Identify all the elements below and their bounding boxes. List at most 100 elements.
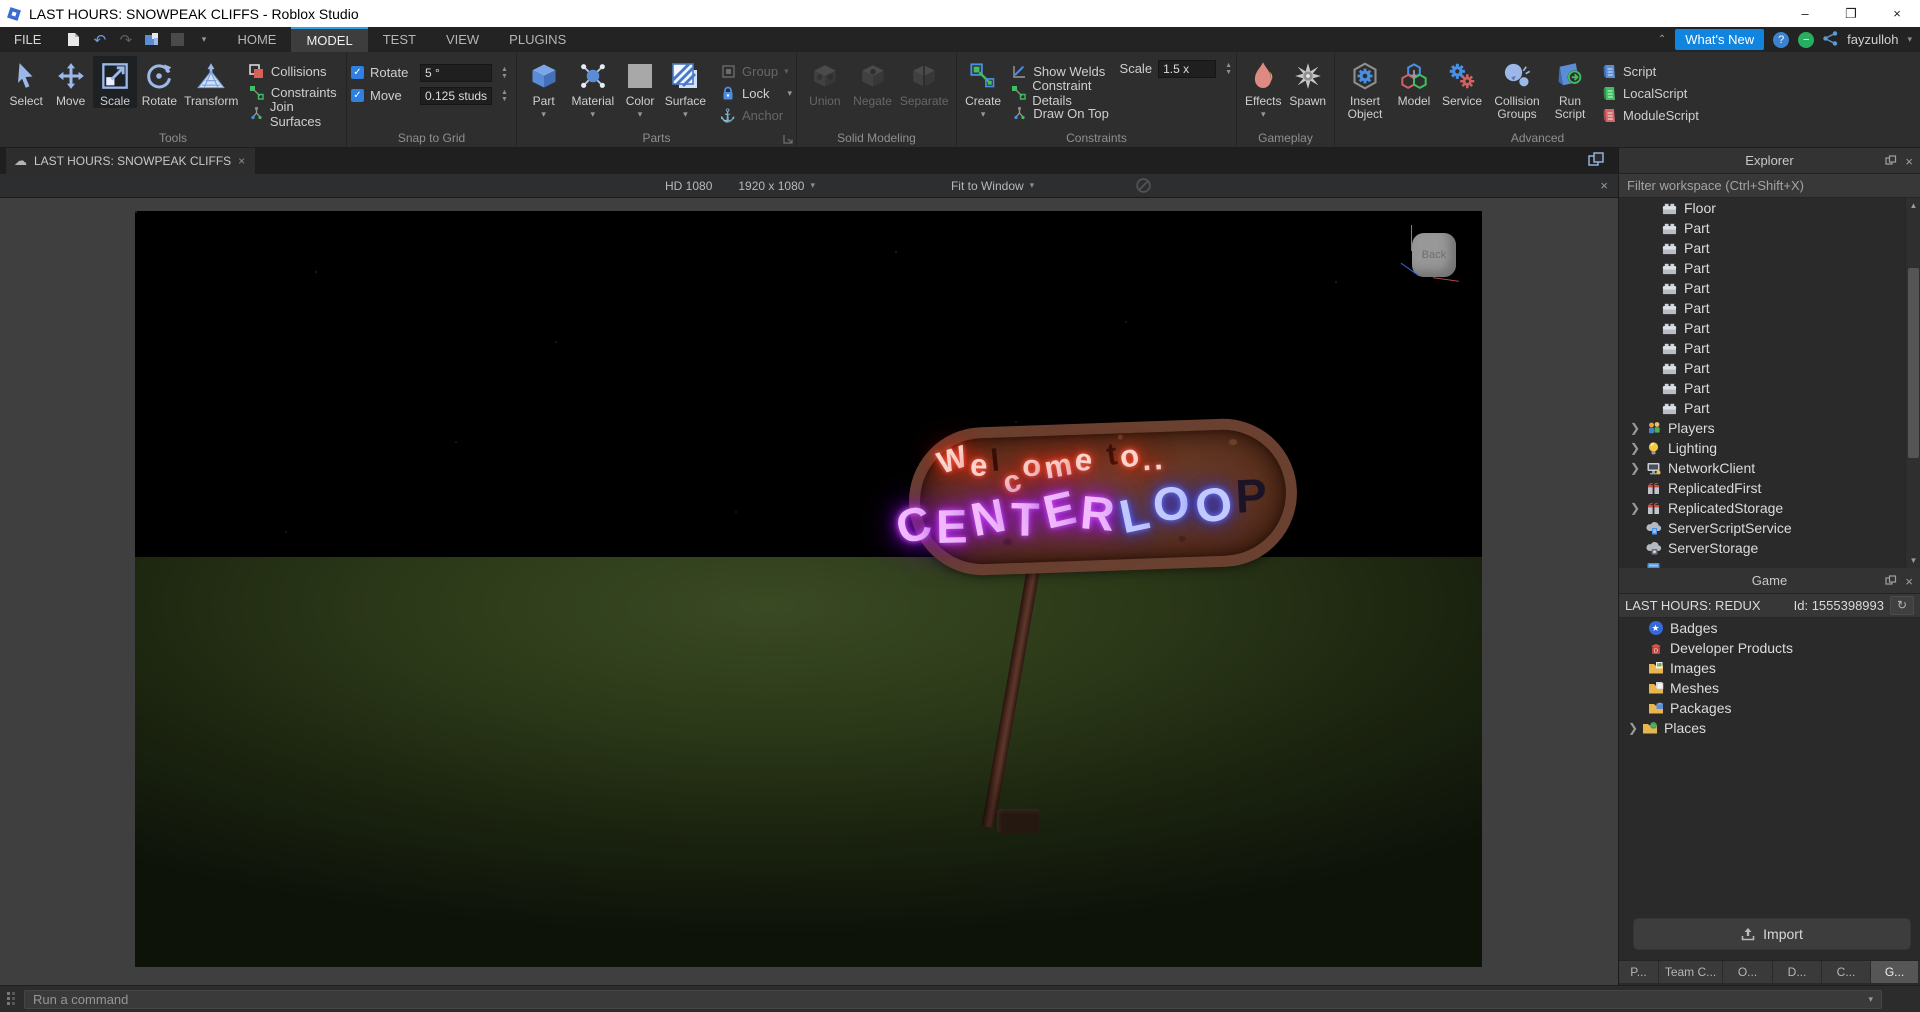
game-close-icon[interactable]: × (1905, 574, 1913, 589)
color-button[interactable]: Color ▾ (619, 56, 661, 120)
snap-rotate-input[interactable] (420, 63, 492, 82)
tab-home[interactable]: HOME (222, 27, 291, 52)
effects-button[interactable]: Effects ▾ (1241, 56, 1286, 120)
dock-tab-d[interactable]: D... (1773, 961, 1822, 983)
username-label[interactable]: fayzulloh (1847, 32, 1898, 47)
scroll-up-icon[interactable]: ▲ (1906, 198, 1920, 213)
insert-model-icon[interactable] (143, 31, 160, 48)
transform-tool-button[interactable]: Transform (182, 56, 241, 108)
quick-access-dropdown-icon[interactable]: ▾ (195, 31, 212, 48)
whats-new-button[interactable]: What's New (1675, 29, 1765, 50)
dock-tab-properties[interactable]: P... (1619, 961, 1659, 983)
constraint-scale-spinner[interactable]: ▲ ▼ (1222, 62, 1232, 76)
snap-rotate-checkbox[interactable]: ✓ (351, 66, 364, 79)
service-button[interactable]: Service (1437, 56, 1487, 108)
color-dropdown-icon[interactable]: ▾ (638, 109, 643, 120)
game-header[interactable]: Game × (1619, 568, 1920, 594)
user-dropdown-icon[interactable]: ▾ (1907, 34, 1912, 45)
create-dropdown-icon[interactable]: ▾ (981, 109, 986, 120)
snap-move-spinner[interactable]: ▲ ▼ (498, 89, 508, 103)
view-cube[interactable]: Back (1400, 225, 1461, 285)
script-button[interactable]: Script (1601, 63, 1699, 80)
filter-workspace-input[interactable] (1619, 178, 1920, 193)
explorer-row-part[interactable]: Part (1619, 338, 1920, 358)
explorer-row-part[interactable]: Part (1619, 258, 1920, 278)
explorer-row-lighting[interactable]: ❯ Lighting (1619, 438, 1920, 458)
explorer-row-part[interactable]: Part (1619, 358, 1920, 378)
part-dropdown-icon[interactable]: ▾ (541, 109, 546, 120)
game-row-images[interactable]: Images (1619, 658, 1920, 678)
help-icon[interactable]: ? (1773, 31, 1790, 48)
effects-dropdown-icon[interactable]: ▾ (1261, 109, 1266, 120)
explorer-row-serverstorage[interactable]: ServerStorage (1619, 538, 1920, 558)
fit-to-window-dropdown[interactable]: Fit to Window ▾ (951, 179, 1034, 193)
view-cube-face[interactable]: Back (1412, 233, 1456, 277)
scrollbar-thumb[interactable] (1908, 268, 1919, 458)
game-row-badges[interactable]: ★ Badges (1619, 618, 1920, 638)
explorer-row-partial[interactable] (1619, 558, 1920, 568)
drag-grip-icon[interactable] (7, 992, 10, 995)
3d-viewport[interactable]: Welcome to.. CENTERLOOP Back (135, 211, 1482, 967)
import-button[interactable]: Import (1633, 918, 1911, 950)
chevron-right-icon[interactable]: ❯ (1625, 441, 1645, 455)
dock-tab-c[interactable]: C... (1822, 961, 1871, 983)
insert-object-button[interactable]: Insert Object (1339, 56, 1391, 121)
constraint-scale-input[interactable] (1158, 59, 1217, 78)
resolution-dropdown[interactable]: 1920 x 1080 ▾ (738, 179, 815, 193)
chevron-right-icon[interactable]: ❯ (1625, 501, 1645, 515)
explorer-row-networkclient[interactable]: ❯ NetworkClient (1619, 458, 1920, 478)
surface-dropdown-icon[interactable]: ▾ (683, 109, 688, 120)
command-dropdown-icon[interactable]: ▾ (1868, 994, 1881, 1005)
explorer-float-icon[interactable] (1885, 155, 1897, 167)
surface-button[interactable]: Surface ▾ (661, 56, 710, 120)
explorer-header[interactable]: Explorer × (1619, 148, 1920, 174)
explorer-row-serverscriptservice[interactable]: ServerScriptService (1619, 518, 1920, 538)
float-pane-icon[interactable] (1588, 152, 1604, 168)
scale-tool-button[interactable]: Scale (92, 56, 138, 108)
explorer-scrollbar[interactable]: ▲ ▼ (1905, 198, 1920, 568)
explorer-row-replicatedfirst[interactable]: ReplicatedFirst (1619, 478, 1920, 498)
explorer-row-part[interactable]: Part (1619, 218, 1920, 238)
game-row-packages[interactable]: Packages (1619, 698, 1920, 718)
select-tool-button[interactable]: Select (4, 56, 48, 108)
explorer-row-part[interactable]: Part (1619, 398, 1920, 418)
chevron-right-icon[interactable]: ❯ (1625, 421, 1645, 435)
tab-test[interactable]: TEST (368, 27, 431, 52)
material-button[interactable]: Material ▾ (566, 56, 619, 120)
create-constraint-button[interactable]: Create ▾ (961, 56, 1005, 120)
explorer-filter[interactable] (1619, 174, 1920, 198)
join-surfaces-toggle[interactable]: Join Surfaces (249, 99, 342, 129)
minimize-icon[interactable]: – (1782, 0, 1828, 27)
refresh-icon[interactable]: ↻ (1890, 596, 1914, 615)
game-float-icon[interactable] (1885, 575, 1897, 587)
tab-model[interactable]: MODEL (291, 27, 368, 52)
snap-move-checkbox[interactable]: ✓ (351, 89, 364, 102)
undo-icon[interactable]: ↶ (91, 31, 108, 49)
snap-rotate-spinner[interactable]: ▲ ▼ (498, 66, 508, 80)
collision-groups-button[interactable]: Collision Groups (1487, 56, 1547, 121)
explorer-row-floor[interactable]: Floor (1619, 198, 1920, 218)
game-row-meshes[interactable]: Meshes (1619, 678, 1920, 698)
explorer-row-part[interactable]: Part (1619, 378, 1920, 398)
material-dropdown-icon[interactable]: ▾ (591, 109, 596, 120)
model-button[interactable]: Model (1391, 56, 1437, 108)
module-script-button[interactable]: ModuleScript (1601, 107, 1699, 124)
document-tab-close-icon[interactable]: × (238, 154, 245, 168)
lock-dropdown-icon[interactable]: ▾ (787, 88, 792, 99)
chevron-right-icon[interactable]: ❯ (1619, 721, 1641, 735)
constraint-details-toggle[interactable]: Constraint Details (1011, 78, 1109, 108)
chevron-right-icon[interactable]: ❯ (1625, 461, 1645, 475)
move-tool-button[interactable]: Move (48, 56, 92, 108)
game-row-places[interactable]: ❯ Places (1619, 718, 1920, 738)
new-file-icon[interactable] (65, 31, 82, 48)
dock-tab-output[interactable]: O... (1723, 961, 1773, 983)
tab-view[interactable]: VIEW (431, 27, 494, 52)
dock-tab-team-create[interactable]: Team C... (1659, 961, 1723, 983)
file-menu[interactable]: FILE (0, 27, 55, 52)
share-icon[interactable] (1823, 30, 1838, 49)
close-icon[interactable]: × (1874, 0, 1920, 27)
run-command-input[interactable] (25, 992, 1869, 1007)
part-button[interactable]: Part ▾ (521, 56, 566, 120)
tab-plugins[interactable]: PLUGINS (494, 27, 581, 52)
explorer-row-replicatedstorage[interactable]: ❯ ReplicatedStorage (1619, 498, 1920, 518)
